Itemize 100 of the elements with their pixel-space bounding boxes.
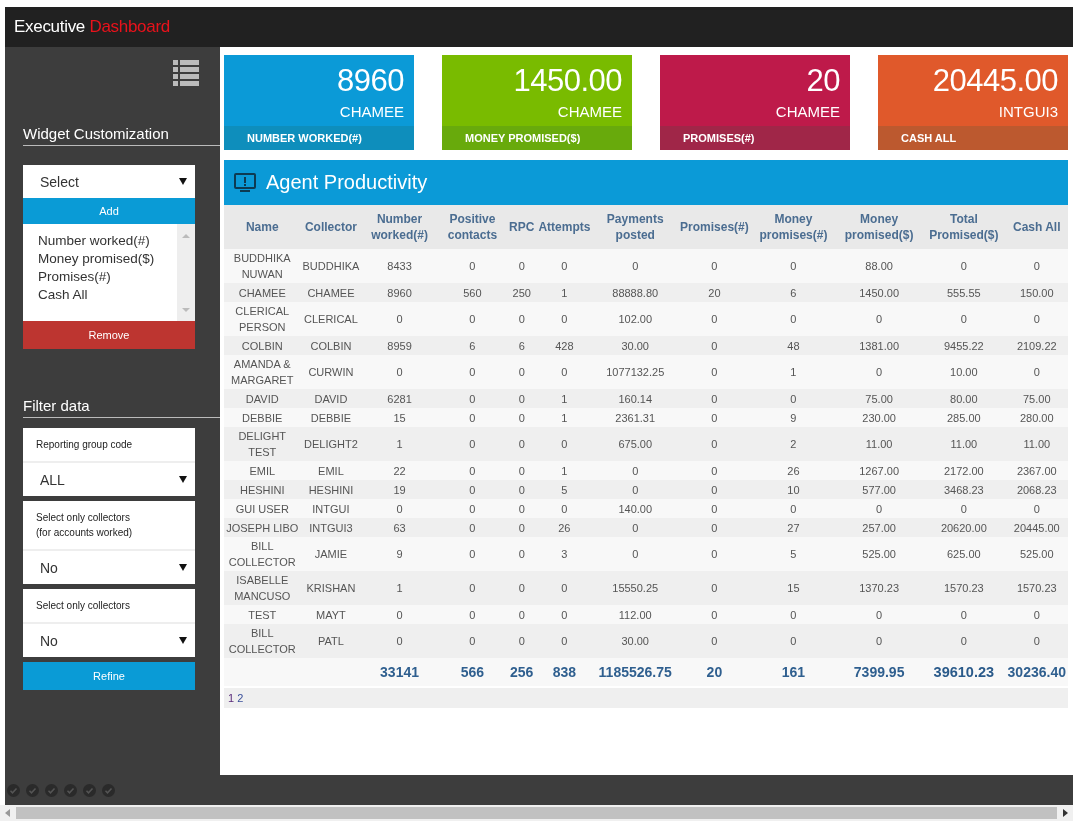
table-cell-text: 0 <box>518 607 525 623</box>
table-cell-text: 8960 <box>387 285 412 301</box>
table-cell-text: 0 <box>711 410 718 426</box>
table-cell-text: INTGUI <box>312 501 350 517</box>
table-cell-text: 0 <box>960 607 967 623</box>
table-cell-text: 0 <box>518 581 525 596</box>
table-cell-text: 112.00 <box>618 607 652 623</box>
table-cell-text: 1 <box>561 285 568 301</box>
table-cell-text: 0 <box>561 607 568 623</box>
column-header[interactable]: Number worked(#) <box>361 205 438 249</box>
table-cell-text: DEBBIE <box>242 410 283 426</box>
table-cell-text: 1570.23 <box>1016 581 1057 596</box>
table-cell-text: JAMIE <box>314 547 348 562</box>
table-cell-text: 20445.00 <box>1013 520 1060 536</box>
column-header[interactable]: RPC <box>507 205 537 249</box>
table-cell-text: DAVID <box>245 391 279 407</box>
table-cell-text: 1381.00 <box>859 338 899 354</box>
table-cell-text: 140.00 <box>618 501 653 517</box>
table-cell-text: 0 <box>632 520 639 536</box>
table-cell-text: 0 <box>711 634 718 649</box>
table-cell-text: 0 <box>632 547 639 562</box>
table-cell-text: 0 <box>876 312 883 327</box>
table-cell-text: 0 <box>1033 312 1040 327</box>
table-cell-text: 0 <box>1033 607 1040 623</box>
table-cell-text: 0 <box>711 607 718 623</box>
check-circle-icon <box>45 783 58 797</box>
refine-button[interactable]: Refine <box>23 662 195 690</box>
table-cell-text: 20620.00 <box>940 520 987 536</box>
table-cell-text: KRISHAN <box>306 581 356 596</box>
table-cell-text: 6 <box>518 338 525 354</box>
table-cell-text: GUI USER <box>235 501 289 517</box>
table-cell-text: 1450.00 <box>859 285 899 301</box>
caret-icon <box>179 637 187 644</box>
table-cell-text: CHAMEE <box>307 285 355 301</box>
table-cell-text: 625.00 <box>947 547 981 562</box>
add-button[interactable]: Add <box>23 198 195 224</box>
table-cell-text: 0 <box>518 520 525 536</box>
page-link[interactable]: 1 <box>228 692 235 704</box>
table-cell-text: 0 <box>790 634 797 649</box>
table-cell-text: 0 <box>790 607 797 623</box>
table-cell-text: 0 <box>469 391 476 407</box>
table-cell-text: 0 <box>561 259 568 274</box>
page-link[interactable]: 2 <box>237 692 244 704</box>
kpi-label: NUMBER WORKED(#) <box>224 126 414 150</box>
table-cell-text: 8433 <box>387 259 412 274</box>
monitor-icon <box>234 172 256 193</box>
table-cell-text: 0 <box>876 634 883 649</box>
kpi-value: 20445.00 <box>932 64 1058 98</box>
widget-select[interactable]: Select <box>23 165 195 198</box>
table-cell-text: 2367.00 <box>1016 463 1057 479</box>
table-cell-text: 20 <box>708 285 721 301</box>
total-cell: 30236.40 <box>1007 664 1066 680</box>
table-cell-text: 30.00 <box>621 338 649 354</box>
list-icon[interactable] <box>173 60 199 87</box>
table-cell-text: 2068.23 <box>1016 482 1057 498</box>
column-header[interactable]: Money promised($) <box>836 205 923 249</box>
caret-icon <box>179 178 187 185</box>
table-cell-text: 0 <box>469 437 476 452</box>
table-cell-text: 26 <box>787 463 800 479</box>
table-cell-text: CLERICAL <box>304 312 358 327</box>
table-cell-text: 5 <box>790 547 797 562</box>
column-header[interactable]: Payments posted <box>592 205 679 249</box>
table-cell-text: 0 <box>396 312 403 327</box>
table-cell-text: 11.00 <box>1023 437 1051 452</box>
table-cell-text: 15 <box>393 410 406 426</box>
remove-button[interactable]: Remove <box>23 321 195 349</box>
table-cell-text: 0 <box>790 259 797 274</box>
table-cell-text: EMIL <box>249 463 276 479</box>
column-header[interactable]: Attempts <box>536 205 593 249</box>
table-cell-text: 285.00 <box>947 410 981 426</box>
scrollbar[interactable] <box>0 805 1073 821</box>
table-cell-text: 15550.25 <box>612 581 659 596</box>
table-cell-text: 0 <box>711 391 718 407</box>
table-cell-text: 0 <box>469 547 476 562</box>
column-header[interactable]: Collector <box>300 205 362 249</box>
table-cell-text: 0 <box>790 501 797 517</box>
table-cell-text: 1267.00 <box>859 463 899 479</box>
table-cell-text: 0 <box>711 312 718 327</box>
table-cell-text: 0 <box>711 463 718 479</box>
table-cell-text: 525.00 <box>862 547 896 562</box>
table-cell-text: 0 <box>876 365 883 380</box>
panel-title: Agent Productivity <box>266 171 428 194</box>
column-header[interactable]: Name <box>224 205 301 249</box>
table-cell-text: 0 <box>561 437 568 452</box>
column-header[interactable]: Promises(#) <box>678 205 751 249</box>
table-cell-text: 0 <box>518 312 525 327</box>
table-cell-text: 19 <box>393 482 406 498</box>
column-header[interactable]: Money promises(#) <box>750 205 837 249</box>
scroll-left-icon[interactable] <box>4 809 12 817</box>
total-cell: 256 <box>510 664 534 680</box>
total-cell: 161 <box>781 664 806 680</box>
table-cell-text: 0 <box>518 437 525 452</box>
check-circle-icon <box>83 783 96 797</box>
table-cell-text: 0 <box>1033 501 1040 517</box>
table-cell-text: 2109.22 <box>1016 338 1057 354</box>
table-cell-text: 0 <box>960 501 967 517</box>
column-header[interactable]: Total Promised($) <box>922 205 1006 249</box>
column-header[interactable]: Positive contacts <box>437 205 508 249</box>
column-header[interactable]: Cash All <box>1005 205 1068 249</box>
scroll-right-icon[interactable] <box>1061 809 1069 817</box>
